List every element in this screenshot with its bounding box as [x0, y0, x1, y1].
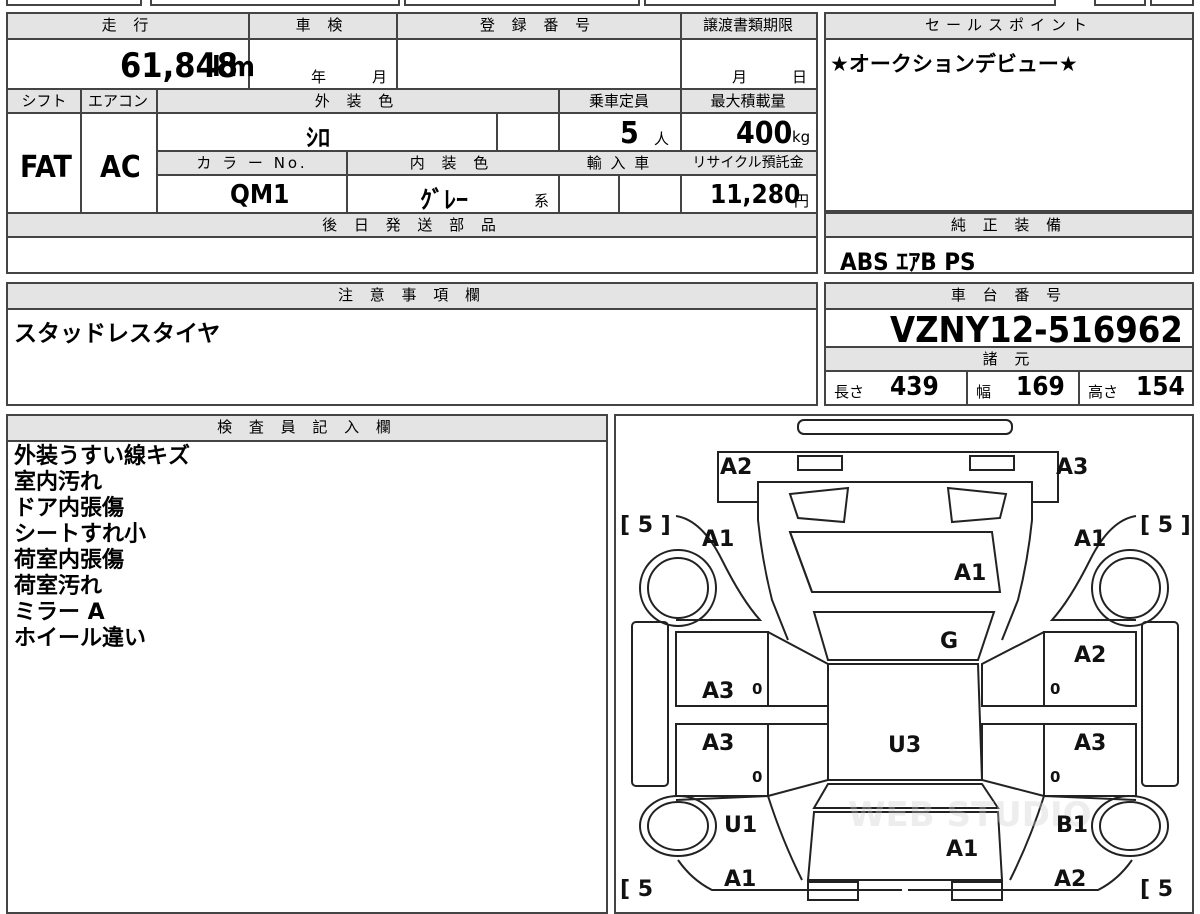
tire-right-bottom-label: [ 5	[1140, 877, 1173, 902]
front-right-label: A2	[1054, 867, 1086, 892]
left-front-door-label: A3	[702, 731, 734, 756]
exterior-color-header: 外 装 色	[156, 90, 558, 112]
exterior-color-value: ｼﾛ	[306, 124, 330, 152]
tire-left-top-label: [ 5 ]	[620, 513, 671, 538]
interior-color-header: 内 装 色	[346, 152, 558, 174]
genuine-equipment-header: 純 正 装 備	[826, 214, 1192, 236]
parts-later-header: 後 日 発 送 部 品	[8, 214, 816, 236]
roof-label: G	[940, 629, 958, 654]
front-left-label: A1	[724, 867, 756, 892]
rear-right-label: A3	[1056, 455, 1088, 480]
max-load-value: 400	[736, 116, 793, 151]
chassis-box: 車 台 番 号 VZNY12-516962 諸 元 長さ 439 幅 169 高…	[824, 282, 1194, 406]
inspector-box: 検 査 員 記 入 欄 外装うすい線キズ 室内汚れ ドア内張傷 シートすれ小 荷…	[6, 414, 608, 914]
recycle-value: 11,280	[710, 180, 801, 210]
rear-left-label: A2	[720, 455, 752, 480]
max-load-header: 最大積載量	[680, 90, 816, 112]
floor-label: U3	[888, 733, 921, 758]
genuine-equipment-box: 純 正 装 備 ABS ｴｱB PS	[824, 212, 1194, 276]
inspection-month-unit: 月	[372, 68, 388, 86]
aircon-header: エアコン	[80, 90, 156, 112]
notes-text: スタッドレスタイヤ	[14, 321, 221, 347]
genuine-equipment-value: ABS ｴｱB PS	[840, 248, 976, 276]
import-header: 輸 入 車	[558, 152, 680, 174]
right-front-door-sub: 0	[1050, 768, 1060, 786]
notes-header: 注 意 事 項 欄	[8, 284, 816, 308]
color-no-header: カ ラ ー No.	[158, 152, 346, 174]
left-rear-door-label: A3	[702, 679, 734, 704]
inspector-header: 検 査 員 記 入 欄	[8, 416, 606, 440]
max-load-unit: kg	[792, 128, 811, 146]
sales-point-header: セールスポイント	[826, 14, 1192, 38]
inspector-note: 荷室汚れ	[14, 574, 103, 599]
height-label: 高さ	[1088, 383, 1119, 401]
left-front-door-sub: 0	[752, 768, 762, 786]
inspection-year-unit: 年	[311, 68, 327, 86]
specs-header: 諸 元	[826, 348, 1192, 370]
inspector-note: 室内汚れ	[14, 470, 103, 495]
registration-header: 登 録 番 号	[396, 14, 680, 38]
mileage-unit: km	[212, 50, 255, 83]
inspector-note: 外装うすい線キズ	[14, 444, 191, 469]
interior-color-suffix: 系	[534, 192, 550, 210]
shift-header: シフト	[8, 90, 80, 112]
right-front-door-label: A3	[1074, 731, 1106, 756]
left-rear-door-sub: 0	[752, 680, 762, 698]
damage-diagram-box: WEB STUDIO [ 5 ] [ 5 ] [ 5 [ 5 A2 A3 A1 …	[614, 414, 1194, 914]
notes-box: 注 意 事 項 欄 スタッドレスタイヤ	[6, 282, 818, 406]
color-no-value: QM1	[230, 180, 290, 210]
right-rear-door-label: A2	[1074, 643, 1106, 668]
rear-quarter-right-label: A1	[1074, 527, 1106, 552]
width-value: 169	[1016, 372, 1065, 402]
shift-value: FAT	[20, 150, 72, 185]
inspector-note: 荷室内張傷	[14, 548, 125, 573]
rear-glass-label: A1	[954, 561, 986, 586]
interior-color-value: ｸﾞﾚｰ	[420, 186, 468, 214]
inspector-note: ミラー A	[14, 600, 105, 625]
sales-point-text: ★オークションデビュー★	[830, 52, 1078, 76]
length-value: 439	[890, 372, 939, 402]
parts-later-value	[8, 238, 816, 272]
left-front-fender-label: U1	[724, 813, 757, 838]
capacity-value: 5	[620, 116, 639, 151]
inspector-note: シートすれ小	[14, 522, 147, 547]
tire-left-bottom-label: [ 5	[620, 877, 653, 902]
inspector-note: ドア内張傷	[14, 496, 125, 521]
watermark-text: WEB STUDIO	[848, 795, 1092, 835]
recycle-unit: 円	[794, 192, 810, 210]
deadline-day-unit: 日	[792, 68, 808, 86]
transfer-deadline-header: 譲渡書類期限	[680, 14, 816, 38]
length-label: 長さ	[834, 383, 865, 401]
mileage-header: 走 行	[8, 14, 248, 38]
capacity-header: 乗車定員	[558, 90, 680, 112]
chassis-no-value: VZNY12-516962	[890, 310, 1183, 351]
recycle-header: リサイクル預託金	[680, 152, 816, 174]
vehicle-info-table: 走 行 車 検 登 録 番 号 譲渡書類期限 61,848 km 年 月 月 日…	[6, 12, 818, 274]
hood-label: A1	[946, 837, 978, 862]
aircon-value: AC	[100, 150, 141, 185]
capacity-unit: 人	[654, 130, 670, 148]
width-label: 幅	[976, 383, 992, 401]
sales-point-box: セールスポイント ★オークションデビュー★	[824, 12, 1194, 212]
inspector-note: ホイール違い	[14, 626, 147, 651]
inspection-header: 車 検	[248, 14, 396, 38]
rear-quarter-left-label: A1	[702, 527, 734, 552]
car-diagram: WEB STUDIO [ 5 ] [ 5 ] [ 5 [ 5 A2 A3 A1 …	[620, 419, 1191, 902]
height-value: 154	[1136, 372, 1185, 402]
right-front-fender-label: B1	[1056, 813, 1088, 838]
chassis-no-header: 車 台 番 号	[826, 284, 1192, 308]
deadline-month-unit: 月	[732, 68, 748, 86]
tire-right-top-label: [ 5 ]	[1140, 513, 1191, 538]
right-rear-door-sub: 0	[1050, 680, 1060, 698]
